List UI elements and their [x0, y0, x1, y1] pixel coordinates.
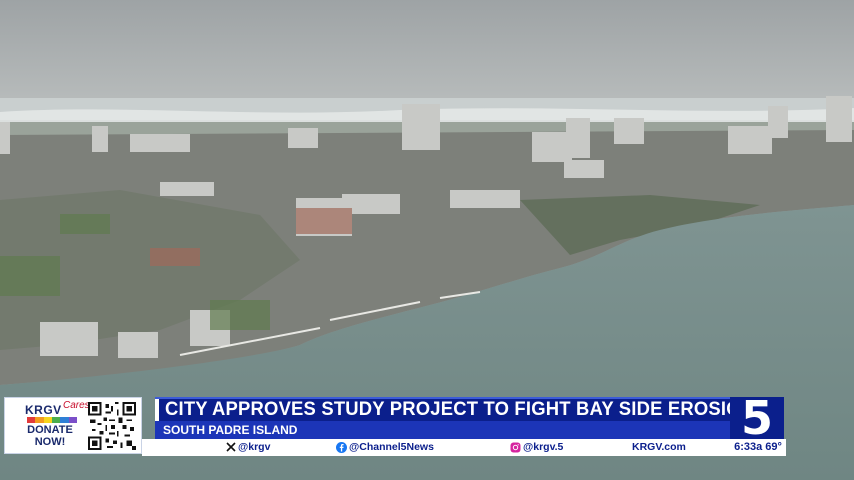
headline-text: CITY APPROVES STUDY PROJECT TO FIGHT BAY… [165, 399, 755, 420]
time-temp-box: 6:33a 69° [730, 439, 786, 456]
website-link[interactable]: KRGV.com [632, 439, 686, 456]
x-handle-text: @krgv [238, 441, 271, 453]
x-logo-icon [226, 442, 236, 452]
headline-accent [155, 399, 159, 421]
facebook-icon [336, 441, 347, 453]
subheadline-text: SOUTH PADRE ISLAND [163, 423, 298, 437]
facebook-handle[interactable]: @Channel5News [336, 439, 434, 456]
x-handle[interactable]: @krgv [226, 439, 270, 456]
time-temp: 6:33a 69° [734, 441, 782, 453]
instagram-icon [510, 442, 521, 453]
donate-label: DONATE [27, 424, 73, 436]
website-text: KRGV.com [632, 441, 686, 453]
donate-banner[interactable]: KRGV Cares DONATE NOW! [4, 397, 142, 454]
subheadline-bar: SOUTH PADRE ISLAND [155, 421, 730, 439]
channel-number: 5 [740, 391, 773, 445]
channel-logo: 5 [730, 391, 784, 445]
qr-code-icon[interactable] [87, 402, 137, 450]
donate-now-label: DONATE NOW! [19, 424, 81, 448]
facebook-handle-text: @Channel5News [349, 441, 434, 453]
social-bar: @krgv @Channel5News @krgv.5 KRGV.com [142, 439, 730, 456]
instagram-handle[interactable]: @krgv.5 [510, 439, 563, 456]
instagram-handle-text: @krgv.5 [523, 441, 564, 453]
headline-bar: CITY APPROVES STUDY PROJECT TO FIGHT BAY… [155, 397, 754, 421]
cares-logo-text: Cares [63, 400, 90, 411]
rainbow-stripe-icon [27, 417, 77, 423]
donate-now-word: NOW! [34, 436, 66, 448]
krgv-cares-logo: KRGV [25, 403, 62, 417]
